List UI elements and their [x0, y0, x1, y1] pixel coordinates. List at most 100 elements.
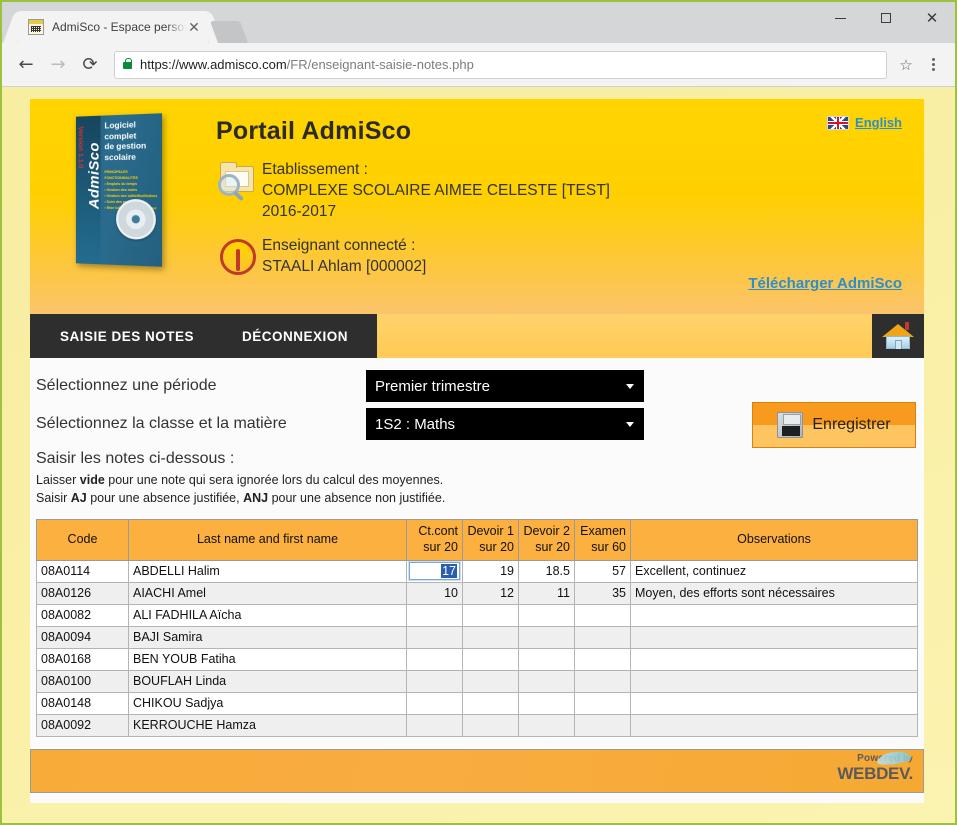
cell-ctcont[interactable] — [406, 603, 463, 627]
cell-student-name: BOUFLAH Linda — [128, 669, 407, 693]
info-circle-icon — [216, 236, 262, 280]
save-button-label: Enregistrer — [812, 416, 891, 433]
home-button[interactable] — [872, 314, 924, 358]
maximize-icon — [881, 13, 891, 23]
table-row: 08A0126 AIACHI Amel 10 12 11 35 Moyen, des eff… — [36, 581, 918, 605]
column-header-ctcont-l2: sur 20 — [423, 539, 458, 554]
cell-observations[interactable]: Excellent, continuez — [630, 559, 918, 583]
column-header-examen-l2: sur 60 — [591, 539, 626, 554]
column-header-observations: Observations — [630, 519, 918, 561]
column-header-devoir2: Devoir 2 sur 20 — [518, 519, 575, 561]
download-admisco-link[interactable]: Télécharger AdmiSco — [748, 275, 902, 292]
close-icon[interactable]: ✕ — [186, 19, 202, 35]
forward-arrow-icon: → — [50, 54, 66, 75]
cell-ctcont[interactable]: 10 — [406, 581, 463, 605]
table-row: 08A0148 CHIKOU Sadjya — [36, 691, 918, 715]
cell-examen[interactable]: 57 — [574, 559, 631, 583]
cell-examen[interactable]: 35 — [574, 581, 631, 605]
forward-button[interactable]: → — [42, 49, 74, 81]
cell-ctcont[interactable] — [406, 691, 463, 715]
cell-observations[interactable] — [630, 669, 918, 693]
cell-devoir2[interactable] — [518, 691, 575, 715]
reload-button[interactable]: ⟳ — [74, 49, 106, 81]
logo-version-text: Version 1.1.0 — [76, 126, 84, 169]
bookmark-star-icon[interactable]: ☆ — [893, 56, 919, 74]
logo-face-heading: Logiciel complet de gestion scolaire — [104, 119, 147, 163]
language-switch[interactable]: English — [827, 115, 902, 130]
cell-devoir1[interactable] — [462, 647, 519, 671]
nav-item-saisie-des-notes[interactable]: SAISIE DES NOTES — [60, 329, 194, 344]
class-subject-select[interactable]: 1S2 : Maths — [366, 408, 644, 440]
cell-devoir1[interactable] — [462, 691, 519, 715]
column-header-devoir2-l1: Devoir 2 — [523, 524, 570, 539]
cell-devoir1[interactable] — [462, 713, 519, 737]
cell-devoir2[interactable] — [518, 669, 575, 693]
menu-icon[interactable] — [919, 51, 947, 79]
cell-examen[interactable] — [574, 603, 631, 627]
cell-code: 08A0148 — [36, 691, 129, 715]
admisco-product-box-logo: AdmiSco Version 1.1.0 Logiciel complet de… — [66, 109, 171, 269]
cell-ctcont[interactable] — [406, 647, 463, 671]
cell-examen[interactable] — [574, 713, 631, 737]
column-header-code-label: Code — [67, 532, 98, 547]
cell-observations[interactable] — [630, 647, 918, 671]
cell-observations[interactable] — [630, 691, 918, 715]
cell-ctcont[interactable] — [406, 669, 463, 693]
table-row: 08A0168 BEN YOUB Fatiha — [36, 647, 918, 671]
lock-icon — [123, 58, 132, 69]
instructions-block: Saisir les notes ci-dessous : Laisser vi… — [36, 450, 924, 507]
cell-devoir1[interactable] — [462, 625, 519, 649]
browser-tab[interactable]: AdmiSco - Espace person ✕ — [18, 11, 208, 43]
reload-icon: ⟳ — [82, 54, 98, 75]
cell-examen[interactable] — [574, 669, 631, 693]
cell-student-name: CHIKOU Sadjya — [128, 691, 407, 715]
maximize-button[interactable] — [863, 2, 909, 34]
english-link[interactable]: English — [855, 115, 902, 130]
browser-window: AdmiSco - Espace person ✕ ✕ ← → ⟳ https:… — [0, 0, 957, 825]
cell-devoir2[interactable] — [518, 647, 575, 671]
window-close-button[interactable]: ✕ — [909, 2, 955, 34]
period-select[interactable]: Premier trimestre — [366, 370, 644, 402]
main-content: Sélectionnez une période Premier trimest… — [30, 358, 924, 803]
column-header-devoir1-l2: sur 20 — [479, 539, 514, 554]
hint1-pre: Laisser — [36, 473, 80, 487]
tab-title: AdmiSco - Espace person — [52, 20, 186, 34]
cell-devoir2[interactable]: 18.5 — [518, 559, 575, 583]
window-controls: ✕ — [817, 2, 955, 34]
cell-ctcont[interactable]: 17 — [406, 559, 463, 583]
column-header-ctcont: Ct.cont sur 20 — [406, 519, 463, 561]
instructions-line-1: Laisser vide pour une note qui sera igno… — [36, 471, 924, 489]
cell-devoir1[interactable] — [462, 669, 519, 693]
cell-devoir2[interactable] — [518, 603, 575, 627]
cell-observations[interactable] — [630, 713, 918, 737]
cell-devoir2[interactable] — [518, 713, 575, 737]
cell-devoir1[interactable]: 12 — [462, 581, 519, 605]
cell-ctcont[interactable] — [406, 625, 463, 649]
cell-examen[interactable] — [574, 647, 631, 671]
minimize-button[interactable] — [817, 2, 863, 34]
hint2-mid: pour une absence justifiée, — [86, 491, 244, 506]
address-bar[interactable]: https://www.admisco.com/FR/enseignant-sa… — [114, 50, 887, 79]
uk-flag-icon — [827, 115, 850, 130]
cell-observations[interactable] — [630, 603, 918, 627]
nav-item-deconnexion[interactable]: DÉCONNEXION — [242, 329, 348, 344]
table-row: 08A0100 BOUFLAH Linda — [36, 669, 918, 693]
cell-observations[interactable] — [630, 625, 918, 649]
period-row: Sélectionnez une période Premier trimest… — [36, 370, 924, 402]
column-header-devoir1-l1: Devoir 1 — [467, 524, 514, 539]
hint2-post: pour une absence non justifiée. — [268, 491, 446, 506]
cell-devoir2[interactable] — [518, 625, 575, 649]
cell-examen[interactable] — [574, 691, 631, 715]
back-button[interactable]: ← — [10, 49, 42, 81]
cell-code: 08A0168 — [36, 647, 129, 671]
cell-ctcont[interactable] — [406, 713, 463, 737]
cell-devoir2[interactable]: 11 — [518, 581, 575, 605]
cell-student-name: BAJI Samira — [128, 625, 407, 649]
cell-observations[interactable]: Moyen, des efforts sont nécessaires — [630, 581, 918, 605]
ctcont-input-focused[interactable]: 17 — [409, 562, 460, 580]
cell-examen[interactable] — [574, 625, 631, 649]
column-header-observations-label: Observations — [737, 532, 811, 547]
cell-devoir1[interactable] — [462, 603, 519, 627]
cell-devoir1[interactable]: 19 — [462, 559, 519, 583]
save-button[interactable]: Enregistrer — [752, 402, 916, 448]
